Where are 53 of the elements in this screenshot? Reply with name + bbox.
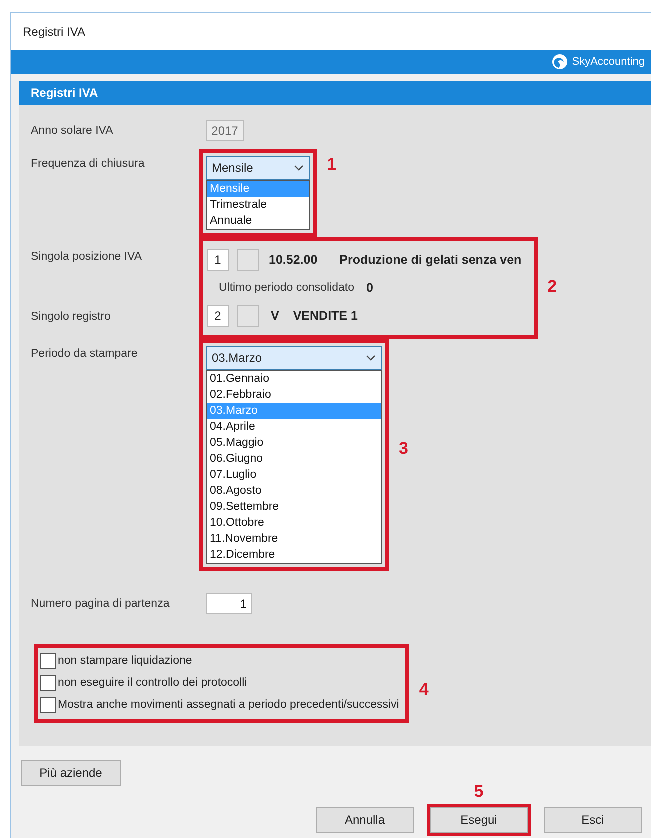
dropdown-option[interactable]: 06.Giugno xyxy=(207,451,381,467)
dropdown-option[interactable]: 05.Maggio xyxy=(207,435,381,451)
window-title: Registri IVA xyxy=(23,24,86,38)
brand-name: SkyAccounting xyxy=(572,56,645,68)
checkbox-label: Mostra anche movimenti assegnati a periodo precedenti/successivi xyxy=(58,699,400,711)
dropdown-option[interactable]: 11.Novembre xyxy=(207,531,381,547)
dropdown-option[interactable]: 07.Luglio xyxy=(207,467,381,483)
dropdown-option[interactable]: 04.Aprile xyxy=(207,419,381,435)
checkbox-label: non stampare liquidazione xyxy=(58,655,192,667)
annotation-number: 3 xyxy=(399,439,408,459)
checkbox[interactable] xyxy=(40,653,56,669)
lookup-field[interactable] xyxy=(237,249,259,271)
dropdown-option[interactable]: 10.Ottobre xyxy=(207,515,381,531)
dropdown[interactable]: Mensile xyxy=(206,156,310,180)
checkbox[interactable] xyxy=(40,697,56,713)
dialog-button[interactable]: Esci xyxy=(544,807,642,833)
field-label: Anno solare IVA xyxy=(31,124,114,136)
register-type: V xyxy=(271,309,280,323)
annotation-number: 5 xyxy=(474,782,484,802)
field-label: Singola posizione IVA xyxy=(31,251,144,263)
position-field[interactable]: 1 xyxy=(207,249,229,271)
chevron-down-icon xyxy=(294,165,304,171)
dropdown-option[interactable]: 02.Febbraio xyxy=(207,387,381,403)
dropdown[interactable]: 03.Marzo xyxy=(206,346,382,370)
chevron-down-icon xyxy=(366,355,376,361)
dropdown-option[interactable]: Trimestrale xyxy=(207,197,309,213)
panel-title: Registri IVA xyxy=(31,86,98,100)
companies-button[interactable]: Più aziende xyxy=(21,760,121,786)
dialog-button[interactable]: Annulla xyxy=(316,807,414,833)
register-name: VENDITE 1 xyxy=(293,309,358,323)
activity-code: 10.52.00 xyxy=(269,253,318,267)
annotation-number: 4 xyxy=(419,680,429,700)
field-label: Frequenza di chiusura xyxy=(31,157,146,170)
field-label: Ultimo periodo consolidato xyxy=(219,282,355,294)
annotation-number: 2 xyxy=(548,277,558,297)
dropdown-option[interactable]: 01.Gennaio xyxy=(207,371,381,387)
dropdown-option[interactable]: 08.Agosto xyxy=(207,483,381,499)
dropdown-option[interactable]: Annuale xyxy=(207,213,309,229)
checkbox[interactable] xyxy=(40,675,56,691)
annotation-number: 1 xyxy=(327,155,336,175)
logo-icon xyxy=(552,54,568,70)
field-label: Periodo da stampare xyxy=(31,347,139,360)
field-label: Numero pagina di partenza xyxy=(31,598,171,610)
activity-description: Produzione di gelati senza ven xyxy=(340,253,522,267)
register-field[interactable]: 2 xyxy=(207,305,229,327)
dropdown-option[interactable]: 12.Dicembre xyxy=(207,547,381,563)
dialog-button[interactable]: Esegui xyxy=(430,807,528,833)
checkbox-label: non eseguire il controllo dei protocolli xyxy=(58,677,248,689)
period-value: 0 xyxy=(366,281,374,295)
field-label: Singolo registro xyxy=(31,311,112,323)
lookup-field[interactable] xyxy=(237,305,259,327)
dropdown-option[interactable]: 09.Settembre xyxy=(207,499,381,515)
page-number-field[interactable]: 1 xyxy=(206,593,252,614)
